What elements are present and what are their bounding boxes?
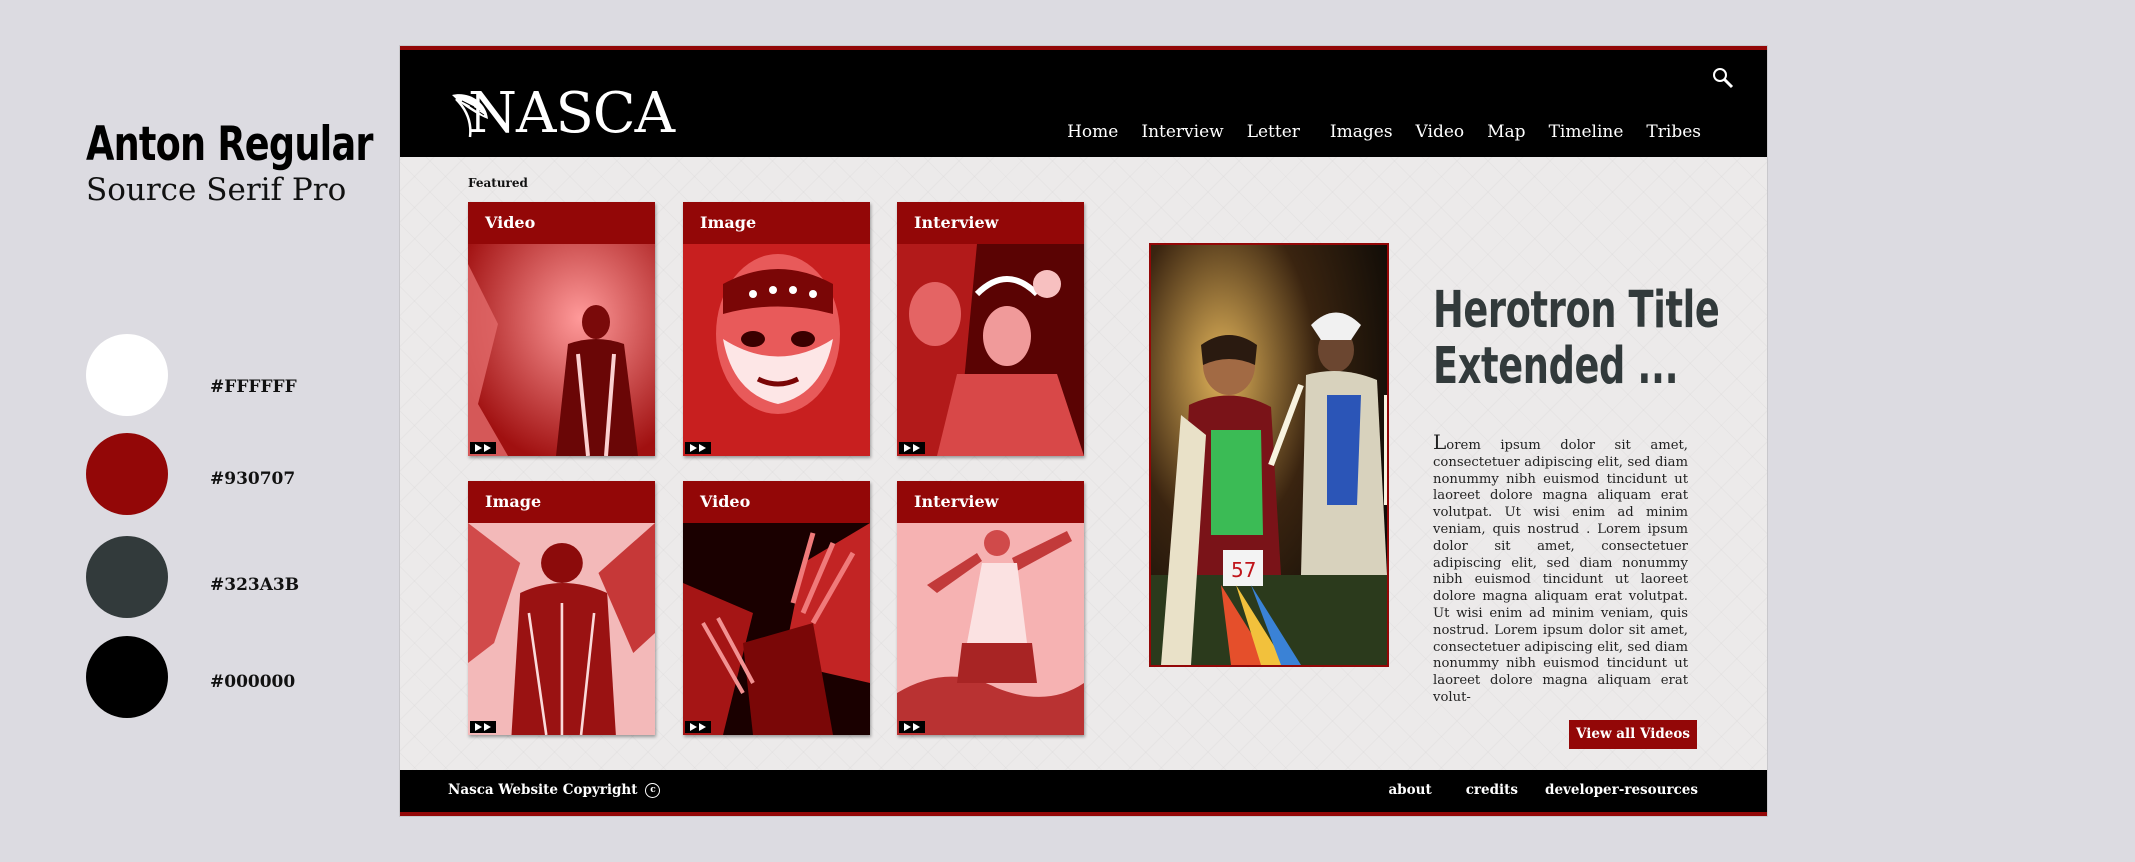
view-all-videos-button[interactable]: View all Videos	[1569, 720, 1697, 749]
play-icon	[685, 442, 711, 454]
card-image	[897, 244, 1084, 456]
media-card[interactable]: Video	[683, 481, 870, 735]
search-icon[interactable]	[1711, 66, 1735, 90]
svg-text:57: 57	[1231, 558, 1256, 582]
media-card[interactable]: Video	[468, 202, 655, 456]
card-image	[683, 244, 870, 456]
hero-title-line-1: Herotron Title	[1433, 281, 1720, 340]
hero-image: 57	[1149, 243, 1389, 667]
featured-label: Featured	[468, 176, 528, 190]
footer-link-about[interactable]: about	[1388, 782, 1431, 798]
color-label-charcoal: #323A3B	[210, 575, 300, 595]
copyright-icon: c	[645, 782, 661, 798]
media-card[interactable]: Interview	[897, 202, 1084, 456]
play-icon	[899, 721, 925, 733]
play-icon	[470, 721, 496, 733]
card-image	[468, 523, 655, 735]
footer-link-developer-resources[interactable]: developer-resources	[1545, 782, 1698, 798]
card-title: Video	[683, 481, 870, 523]
hero-photo: 57	[1151, 245, 1387, 665]
hero-title: Herotron Title Extended ...	[1433, 281, 1720, 396]
play-icon	[899, 442, 925, 454]
nav-item-interview[interactable]: Interview	[1141, 122, 1223, 142]
site-logo[interactable]: NASCA	[448, 81, 675, 146]
card-title: Interview	[897, 202, 1084, 244]
footer-link-credits[interactable]: credits	[1466, 782, 1518, 798]
color-swatch-white	[86, 334, 168, 416]
color-label-red: #930707	[210, 469, 296, 489]
card-title: Image	[468, 481, 655, 523]
main-nav: Home Interview Letter Images Video Map T…	[1044, 122, 1701, 142]
media-card[interactable]: Interview	[897, 481, 1084, 735]
card-image	[897, 523, 1084, 735]
card-title: Image	[683, 202, 870, 244]
color-swatch-red	[86, 433, 168, 515]
hero-body-text: Lorem ipsum dolor sit amet, consectetuer…	[1433, 430, 1688, 705]
style-guide: Anton Regular Source Serif Pro	[86, 112, 386, 208]
nav-item-tribes[interactable]: Tribes	[1646, 122, 1701, 142]
hero-title-line-2: Extended ...	[1433, 337, 1679, 396]
site-footer: Nasca Website Copyright c about credits …	[400, 770, 1767, 816]
card-image	[683, 523, 870, 735]
font-sample-anton: Anton Regular	[86, 117, 374, 172]
play-icon	[470, 442, 496, 454]
website-mockup: NASCA Home Interview Letter Images Video…	[400, 46, 1767, 816]
color-swatch-black	[86, 636, 168, 718]
card-title: Video	[468, 202, 655, 244]
nav-item-letter[interactable]: Letter	[1247, 122, 1300, 142]
media-card[interactable]: Image	[683, 202, 870, 456]
nav-item-home[interactable]: Home	[1067, 122, 1118, 142]
copyright-text: Nasca Website Copyright	[448, 782, 638, 798]
nav-item-map[interactable]: Map	[1487, 122, 1525, 142]
color-label-white: #FFFFFF	[210, 377, 297, 397]
play-icon	[685, 721, 711, 733]
site-header: NASCA Home Interview Letter Images Video…	[400, 46, 1767, 157]
color-label-black: #000000	[210, 672, 296, 692]
media-card[interactable]: Image	[468, 481, 655, 735]
copyright: Nasca Website Copyright c	[448, 782, 661, 798]
footer-links: about credits developer-resources	[1388, 782, 1698, 798]
nav-item-timeline[interactable]: Timeline	[1549, 122, 1624, 142]
nav-item-video[interactable]: Video	[1416, 122, 1465, 142]
logo-text: NASCA	[468, 81, 675, 146]
card-image	[468, 244, 655, 456]
nav-item-images[interactable]: Images	[1330, 122, 1393, 142]
color-swatch-charcoal	[86, 536, 168, 618]
card-title: Interview	[897, 481, 1084, 523]
